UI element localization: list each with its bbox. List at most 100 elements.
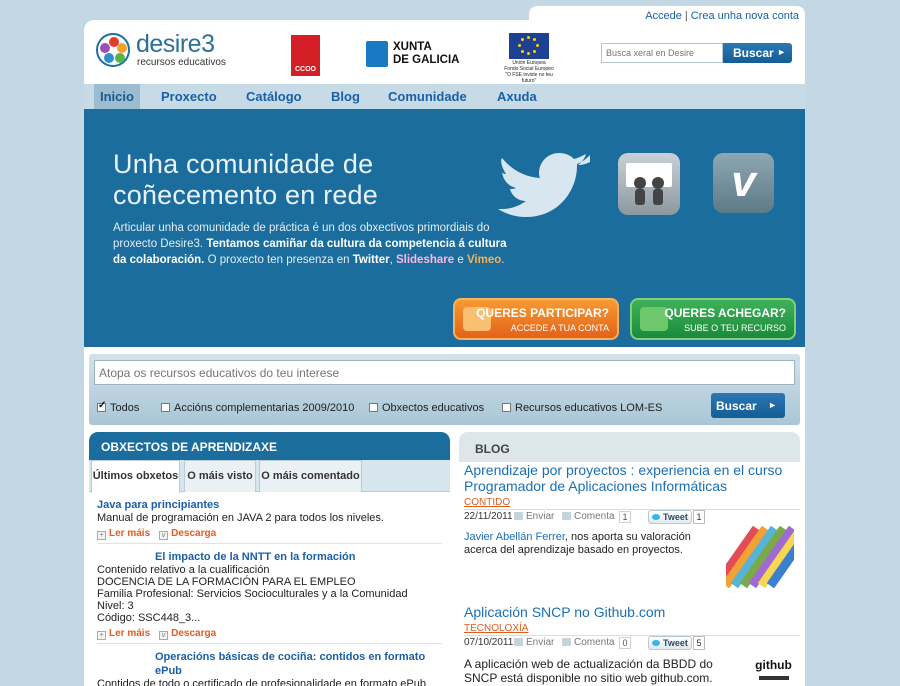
learning-objects-panel: OBXECTOS DE APRENDIZAXE Últimos obxetos … — [89, 432, 450, 686]
header-search: Buscar► — [601, 43, 792, 63]
learning-objects-tabs: Últimos obxetos O máis visto O máis come… — [89, 460, 450, 493]
tab-most-viewed[interactable]: O máis visto — [184, 460, 256, 492]
tab-most-commented[interactable]: O máis comentado — [259, 460, 362, 492]
resource-search-button[interactable]: Buscar ► — [711, 393, 785, 418]
plus-icon: + — [97, 631, 106, 640]
checkbox-icon — [369, 403, 378, 412]
resource-list: Java para principiantes Manual de progra… — [97, 498, 442, 686]
comment-count: 1 — [619, 511, 631, 523]
logo-flower-icon — [96, 33, 130, 67]
comment-link[interactable]: Comenta — [562, 511, 615, 522]
filter-todos[interactable]: Todos — [97, 400, 139, 414]
site-logo[interactable]: desire3 recursos educativos — [96, 30, 226, 73]
twitter-link[interactable]: Twitter — [353, 254, 390, 266]
xunta-logo[interactable]: XUNTA DE GALICIA — [366, 40, 461, 68]
slideshare-link[interactable]: Slideshare — [396, 254, 454, 266]
resource-search-input[interactable] — [94, 360, 795, 385]
tweet-count: 1 — [693, 510, 705, 524]
comment-count: 0 — [619, 637, 631, 649]
send-link[interactable]: Enviar — [514, 511, 554, 522]
nav-blog[interactable]: Blog — [325, 84, 366, 109]
eu-flag-icon — [509, 33, 549, 59]
post-date: 07/10/2011 — [464, 637, 514, 648]
download-icon: v — [159, 531, 169, 540]
blog-panel: BLOG Aprendizaje por proyectos : experie… — [459, 432, 800, 686]
checkbox-icon — [97, 400, 106, 412]
post-excerpt: A aplicación web de actualización da BBD… — [464, 657, 713, 685]
xunta-text: XUNTA DE GALICIA — [393, 41, 460, 66]
logo-name: desire3 — [136, 30, 215, 58]
download-link[interactable]: v Descarga — [159, 528, 216, 540]
eu-logo[interactable]: Unión Europea Fondo Social Europeo "O FS… — [499, 33, 559, 84]
post-author-link[interactable]: Javier Abellán Ferrer — [464, 531, 565, 543]
header-search-button[interactable]: Buscar ► — [723, 43, 792, 63]
hero-banner: Unha comunidade de coñecemento en rede A… — [84, 109, 805, 347]
read-more-link[interactable]: + Ler máis — [97, 528, 150, 540]
tweet-count: 5 — [693, 636, 705, 650]
list-item: Operacións básicas de cociña: contidos e… — [97, 650, 442, 686]
send-link[interactable]: Enviar — [514, 637, 554, 648]
nav-proxecto[interactable]: Proxecto — [155, 84, 223, 109]
post-title[interactable]: Aplicación SNCP no Github.com — [464, 604, 800, 620]
list-item: El impacto de la NNTT en la formación Co… — [97, 550, 442, 644]
comment-icon — [562, 638, 571, 646]
filter-accions[interactable]: Accións complementarias 2009/2010 — [161, 402, 354, 414]
hero-text: Articular unha comunidade de práctica é … — [113, 222, 507, 266]
hero-title: Unha comunidade de coñecemento en rede — [113, 149, 378, 210]
register-link[interactable]: Crea unha nova conta — [691, 10, 799, 22]
colored-pencils-thumbnail[interactable] — [726, 526, 794, 590]
slideshare-icon[interactable] — [618, 153, 680, 215]
comment-icon — [562, 512, 571, 520]
comment-link[interactable]: Comenta — [562, 637, 615, 648]
link-separator: | — [684, 10, 688, 22]
nav-comunidade[interactable]: Comunidade — [382, 84, 473, 109]
github-logo-thumbnail[interactable]: github — [751, 654, 796, 686]
contribute-cta-button[interactable]: QUERES ACHEGAR? SUBE O TEU RECURSO — [630, 298, 796, 340]
envelope-icon — [514, 638, 523, 646]
vimeo-link[interactable]: Vimeo — [467, 254, 501, 266]
post-title[interactable]: Aprendizaje por proyectos : experiencia … — [464, 462, 800, 494]
post-meta: 07/10/2011 Enviar Comenta 0 Tweet 5 — [464, 635, 800, 651]
filter-lomes[interactable]: Recursos educativos LOM-ES — [502, 402, 662, 414]
twitter-bird-icon[interactable] — [498, 147, 590, 219]
login-link[interactable]: Accede — [645, 10, 682, 22]
resource-title[interactable]: Java para principiantes — [97, 498, 442, 512]
learning-objects-heading: OBXECTOS DE APRENDIZAXE — [89, 432, 450, 460]
vimeo-icon[interactable]: v — [713, 153, 774, 213]
participate-cta-button[interactable]: QUERES PARTICIPAR? ACCEDE A TUA CONTA — [453, 298, 619, 340]
blog-post: Aplicación SNCP no Github.com TECNOLOXÍA… — [464, 604, 800, 686]
nav-inicio[interactable]: Inicio — [94, 84, 140, 109]
header-search-input[interactable] — [601, 43, 723, 63]
plus-icon: + — [97, 531, 106, 540]
filter-obxectos[interactable]: Obxectos educativos — [369, 402, 484, 414]
nav-catalogo[interactable]: Catálogo — [240, 84, 308, 109]
tweet-button[interactable]: Tweet — [648, 510, 692, 524]
list-item: Java para principiantes Manual de progra… — [97, 498, 442, 544]
tab-latest[interactable]: Últimos obxetos — [91, 460, 180, 493]
download-icon: v — [159, 631, 169, 640]
resource-title[interactable]: Operacións básicas de cociña: contidos e… — [97, 650, 442, 678]
post-meta: 22/11/2011 Enviar Comenta 1 Tweet 1 — [464, 509, 800, 525]
post-excerpt: Javier Abellán Ferrer, nos aporta su val… — [464, 531, 691, 556]
main-nav: Inicio Proxecto Catálogo Blog Comunidade… — [84, 84, 805, 109]
resource-title[interactable]: El impacto de la NNTT en la formación — [97, 550, 442, 564]
resource-search-bar: Todos Accións complementarias 2009/2010 … — [89, 354, 800, 425]
post-category[interactable]: CONTIDO — [464, 497, 800, 508]
post-date: 22/11/2011 — [464, 511, 513, 522]
eu-line3: "O FSE inviste no teu futuro" — [505, 72, 553, 84]
post-category[interactable]: TECNOLOXÍA — [464, 623, 800, 634]
chevron-right-icon: ► — [768, 400, 777, 410]
xunta-shield-icon — [366, 41, 388, 67]
logo-subtitle: recursos educativos — [137, 57, 226, 68]
checkbox-icon — [161, 403, 170, 412]
ccoo-logo[interactable]: CCOO — [291, 35, 320, 76]
chevron-right-icon: ► — [777, 47, 786, 57]
blog-heading: BLOG — [459, 432, 800, 462]
read-more-link[interactable]: + Ler máis — [97, 628, 150, 640]
nav-axuda[interactable]: Axuda — [491, 84, 543, 109]
checkbox-icon — [502, 403, 511, 412]
tweet-button[interactable]: Tweet — [648, 636, 692, 650]
download-link[interactable]: v Descarga — [159, 628, 216, 640]
top-links: Accede | Crea unha nova conta — [529, 6, 805, 28]
blog-post: Aprendizaje por proyectos : experiencia … — [464, 462, 800, 589]
